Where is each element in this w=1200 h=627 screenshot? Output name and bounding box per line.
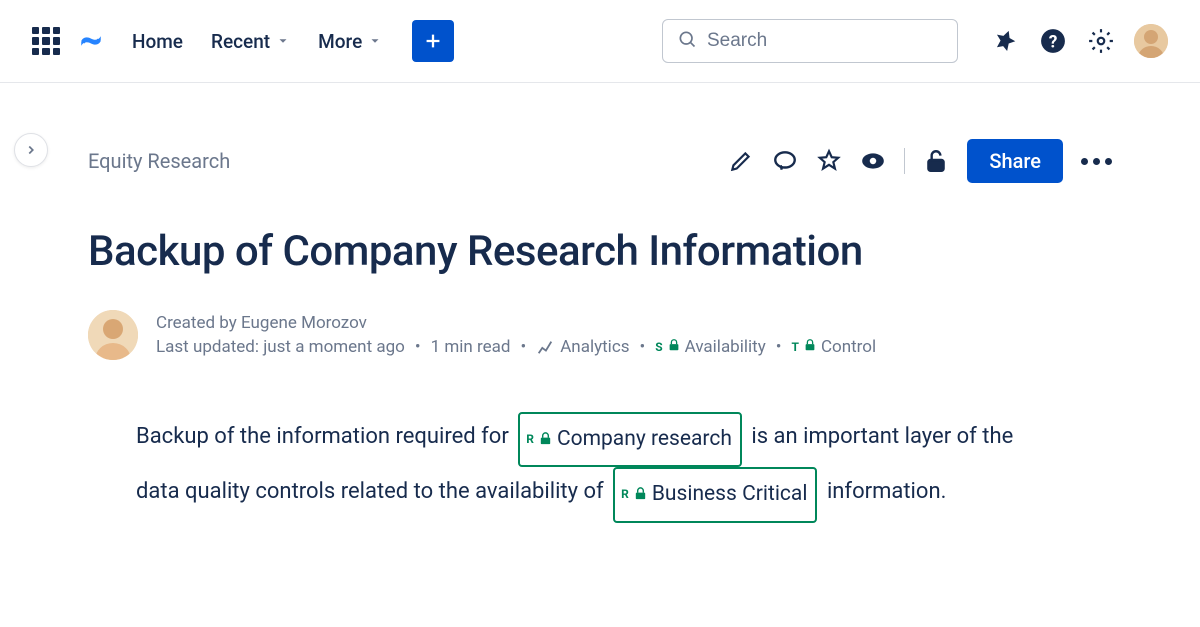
analytics-link[interactable]: Analytics xyxy=(536,337,629,357)
availability-tag[interactable]: S Availability xyxy=(655,337,766,357)
watch-icon[interactable] xyxy=(860,148,886,174)
sidebar-toggle-button[interactable] xyxy=(14,133,48,167)
chevron-down-icon xyxy=(368,30,382,53)
last-updated: Last updated: just a moment ago xyxy=(156,337,405,357)
nav-more[interactable]: More xyxy=(318,30,382,53)
help-icon[interactable]: ? xyxy=(1038,26,1068,56)
page-body: Backup of the information required for R… xyxy=(88,412,1048,523)
search-icon xyxy=(677,29,697,53)
user-avatar[interactable] xyxy=(1134,24,1168,58)
nav-home[interactable]: Home xyxy=(132,30,183,53)
edit-icon[interactable] xyxy=(728,148,754,174)
notifications-icon[interactable] xyxy=(990,26,1020,56)
author-line: Created by Eugene Morozov xyxy=(156,313,876,333)
search-input[interactable] xyxy=(707,30,943,52)
star-icon[interactable] xyxy=(816,148,842,174)
breadcrumb[interactable]: Equity Research xyxy=(88,149,230,173)
divider xyxy=(904,148,905,174)
inline-label-company-research[interactable]: R Company research xyxy=(518,412,742,467)
lock-icon xyxy=(538,416,553,463)
analytics-icon xyxy=(536,338,554,356)
comment-icon[interactable] xyxy=(772,148,798,174)
control-tag[interactable]: T Control xyxy=(792,337,877,357)
page-title: Backup of Company Research Information xyxy=(88,227,1112,276)
more-actions-icon[interactable] xyxy=(1081,158,1112,165)
share-button[interactable]: Share xyxy=(967,139,1063,183)
separator: • xyxy=(520,337,526,357)
search-input-container[interactable] xyxy=(662,19,958,63)
create-button[interactable] xyxy=(412,20,454,62)
app-switcher-icon[interactable] xyxy=(32,27,60,55)
author-avatar[interactable] xyxy=(88,310,138,360)
lock-icon xyxy=(803,337,817,357)
inline-label-business-critical[interactable]: R Business Critical xyxy=(613,467,817,522)
nav-recent[interactable]: Recent xyxy=(211,30,290,53)
lock-icon xyxy=(633,471,648,518)
read-time: 1 min read xyxy=(431,337,511,357)
svg-text:?: ? xyxy=(1049,33,1058,53)
chevron-down-icon xyxy=(276,30,290,53)
top-nav: Home Recent More ? xyxy=(0,0,1200,83)
separator: • xyxy=(415,337,421,357)
confluence-logo-icon[interactable] xyxy=(78,28,104,54)
separator: • xyxy=(640,337,646,357)
separator: • xyxy=(776,337,782,357)
restrictions-icon[interactable] xyxy=(923,148,949,174)
lock-icon xyxy=(667,337,681,357)
settings-icon[interactable] xyxy=(1086,26,1116,56)
